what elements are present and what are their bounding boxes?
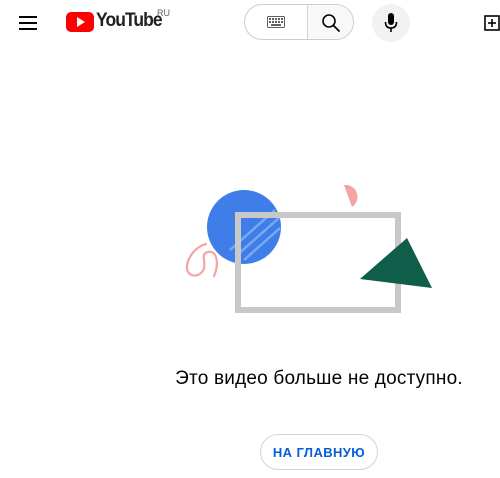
video-unavailable-illustration <box>185 184 432 313</box>
pink-squiggle <box>185 242 218 278</box>
video-unavailable-message: Это видео больше не доступно. <box>175 368 463 389</box>
youtube-page: YouTube RU Это видео больше не доступно.… <box>0 0 500 478</box>
search-button[interactable] <box>307 5 353 39</box>
home-button[interactable]: НА ГЛАВНУЮ <box>260 434 378 470</box>
keyboard-button[interactable] <box>245 5 307 39</box>
create-video-icon <box>484 15 500 31</box>
create-video-button[interactable] <box>484 14 500 32</box>
blue-circle <box>207 190 281 264</box>
youtube-play-icon <box>66 12 94 32</box>
pink-half-circle <box>344 184 358 207</box>
keyboard-icon <box>267 16 285 28</box>
search-bar <box>244 4 354 40</box>
menu-icon[interactable] <box>16 14 40 32</box>
search-icon <box>322 14 340 32</box>
logo-text: YouTube <box>96 10 163 31</box>
region-code: RU <box>157 8 170 18</box>
mic-icon <box>384 13 398 32</box>
voice-search-button[interactable] <box>372 4 410 42</box>
